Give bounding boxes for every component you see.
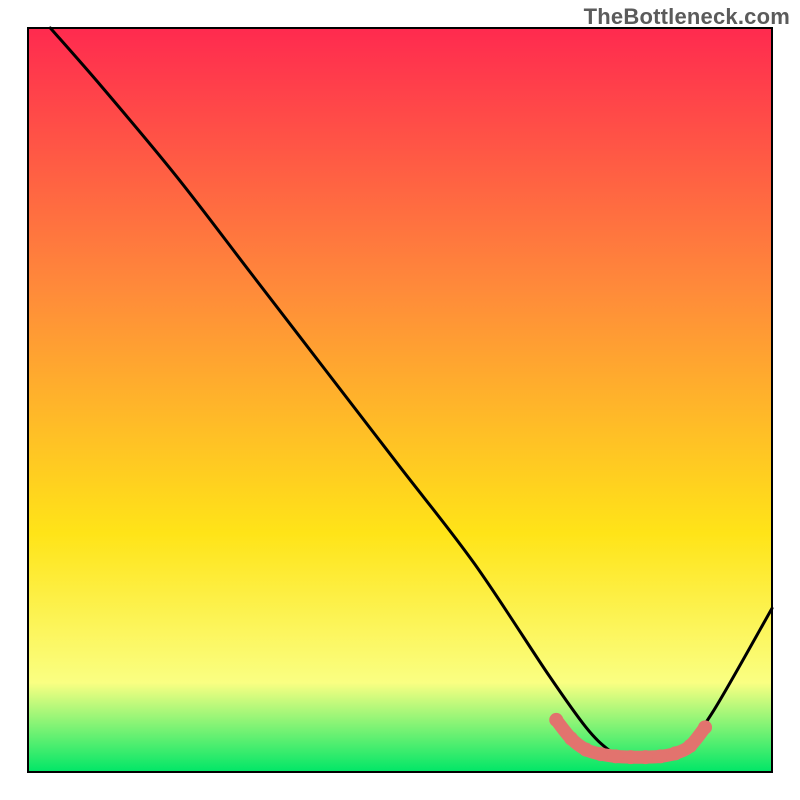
bottleneck-chart [0, 0, 800, 800]
optimum-dot [579, 743, 593, 757]
optimum-dot [698, 720, 712, 734]
optimum-dot [609, 749, 623, 763]
optimum-dot [594, 747, 608, 761]
optimum-dot [683, 739, 697, 753]
gradient-background [28, 28, 772, 772]
chart-container: TheBottleneck.com [0, 0, 800, 800]
optimum-dot [564, 732, 578, 746]
watermark-label: TheBottleneck.com [584, 4, 790, 30]
optimum-dot [653, 749, 667, 763]
optimum-dot [624, 750, 638, 764]
optimum-dot [639, 750, 653, 764]
optimum-dot [549, 713, 563, 727]
optimum-dot [668, 746, 682, 760]
